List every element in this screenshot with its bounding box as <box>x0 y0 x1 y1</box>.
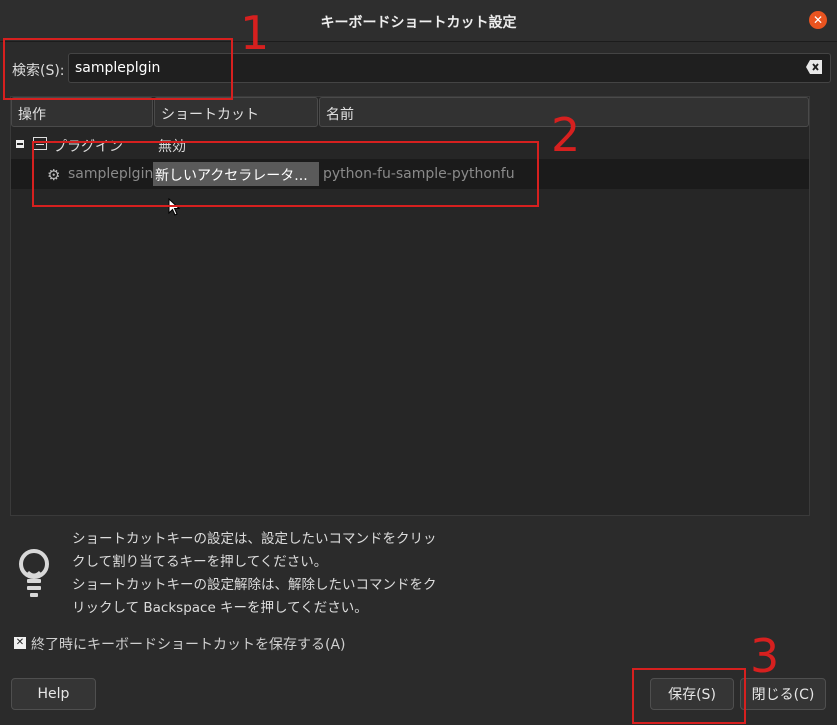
annotation-box-1 <box>3 38 233 100</box>
hint-line: クして割り当てるキーを押してください。 <box>72 554 328 570</box>
annotation-number-1: 1 <box>240 6 270 60</box>
annotation-number-2: 2 <box>551 108 581 162</box>
annotation-box-3 <box>632 668 746 724</box>
window-title: キーボードショートカット設定 <box>320 15 517 31</box>
annotation-number-3: 3 <box>750 629 780 683</box>
hint-line: ショートカットキーの設定は、設定したいコマンドをクリッ <box>72 531 437 547</box>
hint-line: ショートカットキーの設定解除は、解除したいコマンドをク <box>72 577 437 593</box>
collapse-icon[interactable] <box>16 140 24 148</box>
close-window-button[interactable]: ✕ <box>809 11 827 29</box>
lightbulb-icon <box>19 549 49 597</box>
annotation-box-2 <box>32 141 539 207</box>
column-header-shortcut[interactable]: ショートカット <box>154 97 318 127</box>
hint-line: リックして Backspace キーを押してください。 <box>72 600 368 616</box>
column-header-action[interactable]: 操作 <box>11 97 153 127</box>
help-button[interactable]: Help <box>11 678 96 710</box>
clear-icon[interactable] <box>806 60 822 74</box>
hint-text: ショートカットキーの設定は、設定したいコマンドをクリッ クして割り当てるキーを押… <box>72 528 492 620</box>
save-on-exit-checkbox[interactable]: ✕ <box>14 637 26 649</box>
title-bar: キーボードショートカット設定 ✕ <box>0 0 837 42</box>
save-on-exit-label[interactable]: 終了時にキーボードショートカットを保存する(A) <box>31 634 346 654</box>
